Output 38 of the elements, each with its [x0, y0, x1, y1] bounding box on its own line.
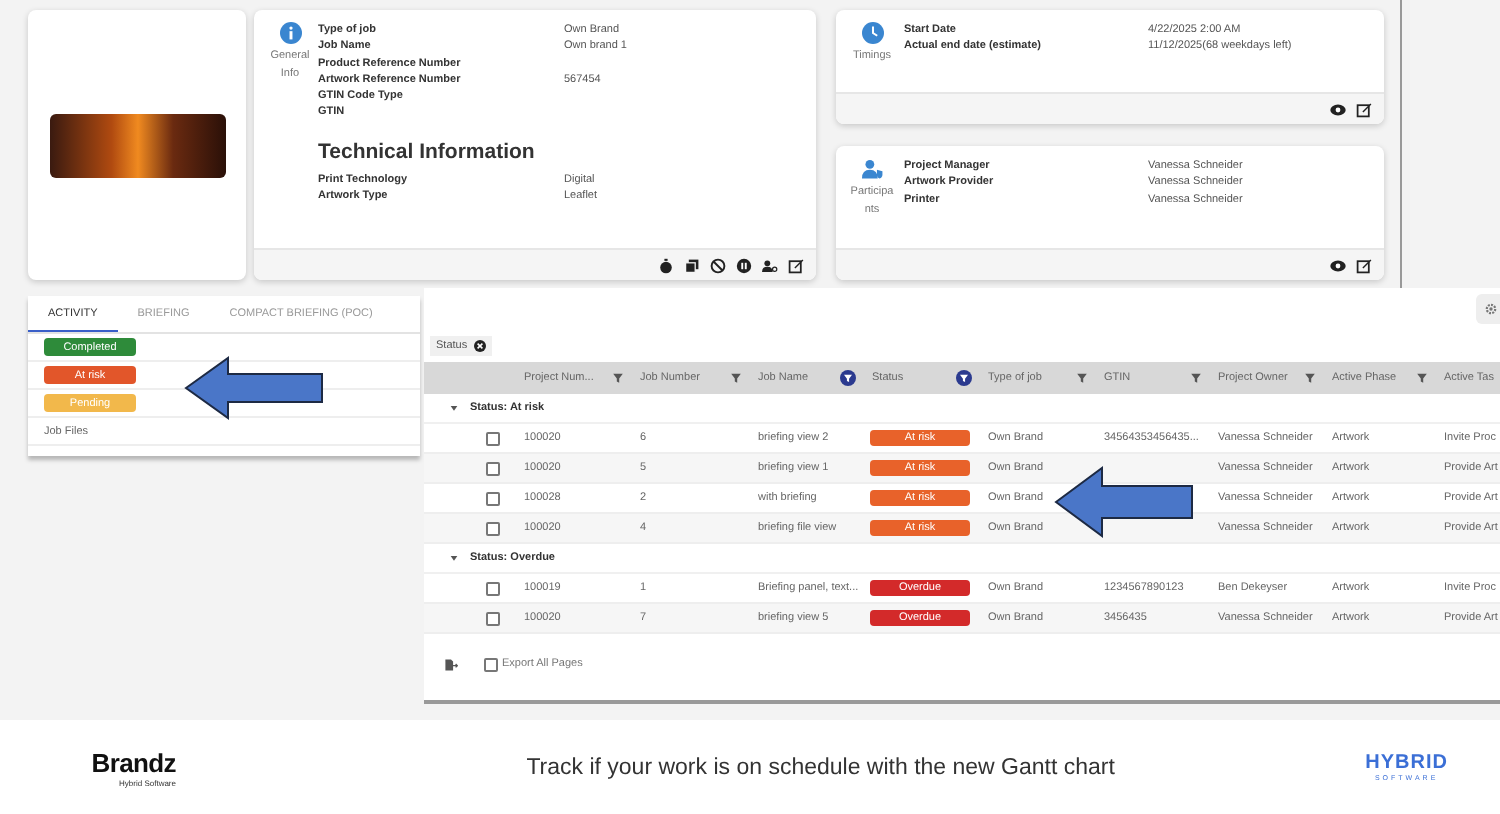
brand-logo: Brandz [91, 747, 176, 777]
section-title: Technical Information [318, 139, 537, 164]
info-icon [279, 22, 301, 44]
pointer-arrow [184, 356, 324, 420]
eye-icon[interactable] [1330, 101, 1346, 117]
close-icon[interactable] [473, 339, 486, 351]
row-checkbox[interactable] [486, 611, 500, 625]
pause-icon[interactable] [736, 257, 752, 273]
copy-icon[interactable] [684, 257, 700, 273]
filter-icon[interactable] [1416, 372, 1428, 384]
person-gear-icon[interactable] [762, 257, 778, 273]
filter-icon[interactable] [1076, 372, 1088, 384]
caret-icon[interactable] [450, 554, 458, 562]
row-checkbox[interactable] [486, 431, 500, 445]
block-icon[interactable] [710, 257, 726, 273]
edit-icon[interactable] [788, 257, 804, 273]
row-checkbox[interactable] [486, 581, 500, 595]
partner-logo: HYBRID [1365, 752, 1448, 774]
row-checkbox[interactable] [486, 491, 500, 505]
filter-icon[interactable] [840, 370, 856, 386]
export-icon[interactable] [444, 657, 458, 671]
gear-icon[interactable] [1484, 301, 1498, 315]
filter-icon[interactable] [612, 372, 624, 384]
clock-icon [861, 22, 883, 44]
edit-icon[interactable] [1356, 257, 1372, 273]
row-checkbox[interactable] [486, 461, 500, 475]
filter-icon[interactable] [956, 370, 972, 386]
filter-icon[interactable] [730, 372, 742, 384]
edit-icon[interactable] [1356, 101, 1372, 117]
caret-icon[interactable] [450, 404, 458, 412]
filter-icon[interactable] [1190, 372, 1202, 384]
stopwatch-icon[interactable] [658, 257, 674, 273]
eye-icon[interactable] [1330, 257, 1346, 273]
pointer-arrow [1054, 466, 1194, 538]
person-icon [861, 158, 883, 180]
tagline: Track if your work is on schedule with the new Gantt chart [524, 755, 1117, 779]
filter-icon[interactable] [1304, 372, 1316, 384]
row-checkbox[interactable] [486, 521, 500, 535]
